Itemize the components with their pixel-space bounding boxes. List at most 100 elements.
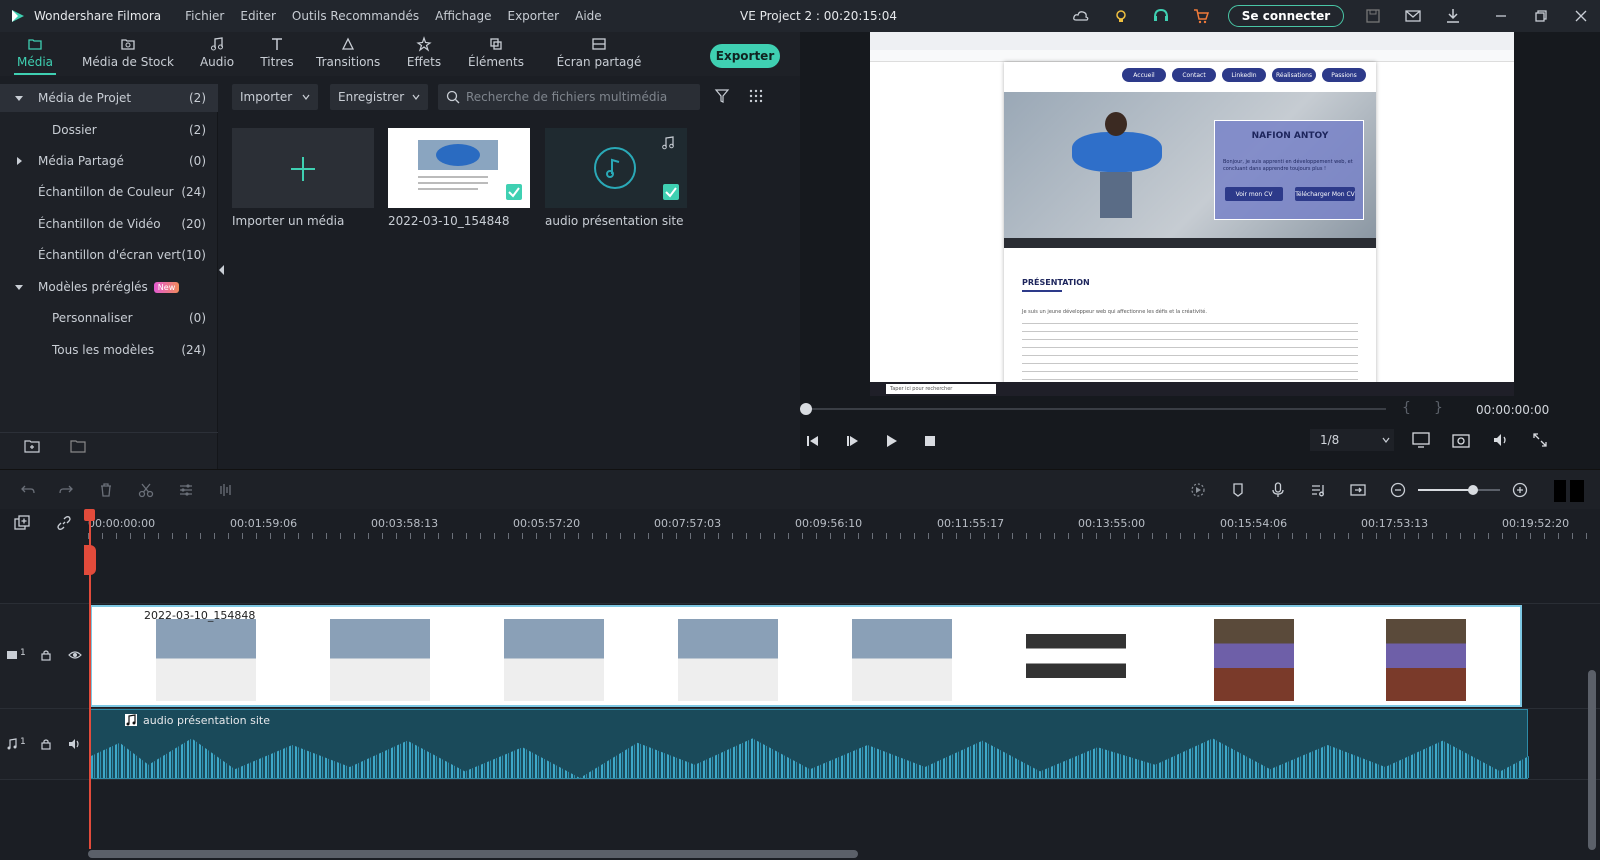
sidebar-item-customize[interactable]: Personnaliser (0) xyxy=(0,304,218,332)
tab-transitions[interactable]: Transitions xyxy=(316,36,380,69)
menu-affichage[interactable]: Affichage xyxy=(435,9,491,23)
expand-arrow-icon[interactable] xyxy=(14,93,24,103)
record-dropdown[interactable]: Enregistrer xyxy=(330,84,428,110)
delete-icon[interactable] xyxy=(98,482,114,498)
quality-dropdown[interactable]: 1/8 xyxy=(1310,429,1394,451)
layout-left-icon[interactable] xyxy=(1554,480,1566,502)
audio-clip-label: audio présentation site xyxy=(143,714,270,727)
new-folder-icon[interactable] xyxy=(24,438,42,454)
menu-editer[interactable]: Editer xyxy=(240,9,276,23)
media-item-video[interactable] xyxy=(388,128,530,208)
menu-exporter[interactable]: Exporter xyxy=(508,9,560,23)
cloud-icon[interactable] xyxy=(1072,7,1090,25)
headset-icon[interactable] xyxy=(1152,7,1170,25)
bulb-icon[interactable] xyxy=(1112,7,1130,25)
eye-icon[interactable] xyxy=(68,649,82,661)
snapshot-icon[interactable] xyxy=(1452,432,1470,448)
tab-stock-media[interactable]: Média de Stock xyxy=(80,36,176,69)
close-icon[interactable] xyxy=(1572,7,1590,25)
redo-icon[interactable] xyxy=(58,482,74,498)
menu-outils[interactable]: Outils Recommandés xyxy=(292,9,419,23)
cart-icon[interactable] xyxy=(1192,7,1210,25)
check-icon xyxy=(508,187,520,198)
lock-icon[interactable] xyxy=(40,738,52,750)
sidebar-item-project-media[interactable]: Média de Projet (2) xyxy=(0,84,218,112)
mark-in-icon[interactable]: { xyxy=(1402,400,1411,416)
video-clip-label: 2022-03-10_154848 xyxy=(144,609,256,622)
import-media-tile[interactable] xyxy=(232,128,374,208)
cut-icon[interactable] xyxy=(138,482,154,498)
media-search-input[interactable]: Recherche de fichiers multimédia xyxy=(438,84,700,110)
preview-progress-track[interactable] xyxy=(806,408,1386,410)
zoom-out-icon[interactable] xyxy=(1390,482,1406,498)
playhead-handle[interactable] xyxy=(84,509,95,521)
menu-aide[interactable]: Aide xyxy=(575,9,602,23)
sidebar-item-folder[interactable]: Dossier (2) xyxy=(0,116,218,144)
prev-frame-icon[interactable] xyxy=(806,434,820,448)
sidebar-item-color-samples[interactable]: Échantillon de Couleur (24) xyxy=(0,178,218,206)
grid-view-icon[interactable] xyxy=(748,88,764,104)
speaker-icon[interactable] xyxy=(68,738,82,750)
menu-bar: Fichier Editer Outils Recommandés Affich… xyxy=(185,9,602,23)
sidebar-item-all-templates[interactable]: Tous les modèles (24) xyxy=(0,336,218,364)
tab-media[interactable]: Média xyxy=(14,36,56,75)
folder-icon[interactable] xyxy=(70,438,88,454)
play-icon[interactable] xyxy=(884,434,898,448)
preview-progress-handle[interactable] xyxy=(800,403,812,415)
timeline-vertical-scrollbar[interactable] xyxy=(1588,670,1596,850)
add-track-icon[interactable] xyxy=(14,515,30,531)
play-frame-icon[interactable] xyxy=(846,434,860,448)
tab-effects[interactable]: Effets xyxy=(404,36,444,69)
sidebar-item-shared-media[interactable]: Média Partagé (0) xyxy=(0,147,218,175)
volume-icon[interactable] xyxy=(1492,432,1510,448)
menu-fichier[interactable]: Fichier xyxy=(185,9,224,23)
voiceover-icon[interactable] xyxy=(1310,482,1326,498)
link-icon[interactable] xyxy=(56,515,72,531)
microphone-icon[interactable] xyxy=(1270,482,1286,498)
layout-right-icon[interactable] xyxy=(1570,480,1584,502)
media-item-audio[interactable] xyxy=(545,128,687,208)
selected-check[interactable] xyxy=(506,184,522,200)
playhead-marker[interactable] xyxy=(84,545,96,575)
zoom-slider-handle[interactable] xyxy=(1467,485,1478,495)
download-icon[interactable] xyxy=(1444,7,1462,25)
zoom-in-icon[interactable] xyxy=(1512,482,1528,498)
audio-waveform-icon[interactable] xyxy=(216,482,234,498)
save-icon[interactable] xyxy=(1364,7,1382,25)
lock-icon[interactable] xyxy=(40,649,52,661)
sidebar-item-presets[interactable]: Modèles préréglés New xyxy=(0,273,218,301)
pip-icon[interactable] xyxy=(1350,482,1366,498)
fullscreen-icon[interactable] xyxy=(1532,432,1548,448)
collapse-panel-icon[interactable] xyxy=(218,264,226,276)
sidebar-item-video-samples[interactable]: Échantillon de Vidéo (20) xyxy=(0,210,218,238)
collapse-arrow-icon[interactable] xyxy=(14,156,24,166)
tab-split-screen[interactable]: Écran partagé xyxy=(556,36,642,69)
web-hero-name: NAFION ANTOY xyxy=(1251,131,1329,141)
minimize-icon[interactable] xyxy=(1492,7,1510,25)
render-icon[interactable] xyxy=(1190,482,1206,498)
restore-icon[interactable] xyxy=(1532,7,1550,25)
adjust-icon[interactable] xyxy=(178,482,194,498)
audio-clip[interactable]: audio présentation site xyxy=(90,709,1529,779)
expand-arrow-icon[interactable] xyxy=(14,282,24,292)
export-button[interactable]: Exporter xyxy=(710,44,780,68)
import-dropdown[interactable]: Importer xyxy=(232,84,318,110)
timeline-toolbar xyxy=(0,469,1600,509)
tab-titles[interactable]: Titres xyxy=(256,36,298,69)
tab-audio[interactable]: Audio xyxy=(196,36,238,69)
mail-icon[interactable] xyxy=(1404,7,1422,25)
marker-icon[interactable] xyxy=(1230,482,1246,498)
video-clip[interactable]: 2022-03-10_154848 xyxy=(90,605,1522,707)
filter-icon[interactable] xyxy=(714,88,730,104)
stop-icon[interactable] xyxy=(924,435,936,447)
selected-check[interactable] xyxy=(663,184,679,200)
tab-elements[interactable]: Éléments xyxy=(466,36,526,69)
sidebar-item-greenscreen[interactable]: Échantillon d'écran vert (10) xyxy=(0,241,218,269)
zoom-slider-track[interactable] xyxy=(1418,485,1500,495)
timeline-ruler[interactable]: 00:00:00:00 00:01:59:06 00:03:58:13 00:0… xyxy=(0,509,1600,539)
timeline-horizontal-scrollbar[interactable] xyxy=(88,850,858,858)
display-icon[interactable] xyxy=(1412,432,1430,448)
mark-out-icon[interactable]: } xyxy=(1434,400,1443,416)
undo-icon[interactable] xyxy=(20,482,36,498)
connect-button[interactable]: Se connecter xyxy=(1228,5,1344,27)
